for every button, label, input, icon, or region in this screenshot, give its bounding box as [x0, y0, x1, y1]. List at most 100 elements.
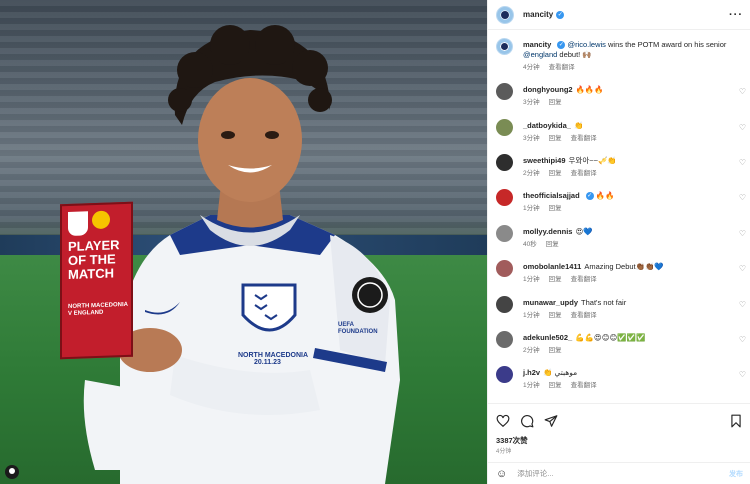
comment-body: _datboykida_ 👏 3分钟 回复 查看翻译 [523, 121, 733, 144]
reply-button[interactable]: 回复 [546, 240, 559, 250]
comment-body: donghyoung2 🔥🔥🔥 3分钟 回复 [523, 85, 733, 108]
reply-button[interactable]: 回复 [549, 169, 562, 179]
caption-meta: 4分钟 查看翻译 [523, 63, 733, 73]
caption-text-2: debut! 🙌🏽 [559, 50, 592, 59]
emoji-icon[interactable]: ☺ [496, 468, 507, 480]
comment-meta: 3分钟 回复 查看翻译 [523, 134, 733, 144]
comment-meta: 2分钟 回复 查看翻译 [523, 169, 733, 179]
post-modal: PLAYER OF THE MATCH NORTH MACEDONIA V EN… [0, 0, 750, 484]
shirt-text: NORTH MACEDONIA 20.11.23 [238, 352, 308, 366]
comments-list[interactable]: mancity ✓ @rico.lewis wins the POTM award… [488, 31, 750, 403]
comment-username[interactable]: theofficialsajjad [523, 191, 580, 200]
sleeve-text: UEFA FOUNDATION [338, 322, 378, 335]
comment-avatar[interactable] [496, 296, 513, 313]
comment-avatar[interactable] [496, 366, 513, 383]
caption-body: mancity ✓ @rico.lewis wins the POTM award… [523, 40, 733, 73]
comment-text: That's not fair [581, 298, 627, 307]
like-comment-heart-icon[interactable]: ♡ [739, 158, 746, 167]
like-comment-heart-icon[interactable]: ♡ [739, 264, 746, 273]
trophy-box: PLAYER OF THE MATCH NORTH MACEDONIA V EN… [60, 201, 133, 360]
comment-text: 😍💙 [575, 227, 593, 236]
caption-avatar[interactable] [496, 38, 513, 55]
comment-input[interactable] [517, 469, 708, 478]
comment-time: 2分钟 [523, 170, 540, 177]
reply-button[interactable]: 回复 [549, 275, 562, 285]
comment-avatar[interactable] [496, 331, 513, 348]
more-horizontal-icon[interactable]: ··· [729, 9, 743, 21]
action-icons [496, 414, 558, 428]
comment-username[interactable]: j.h2v [523, 368, 540, 377]
comment-avatar[interactable] [496, 83, 513, 100]
post-age: 4分钟 [496, 449, 512, 455]
bookmark-icon[interactable] [729, 414, 743, 430]
like-comment-heart-icon[interactable]: ♡ [739, 370, 746, 379]
comment-avatar[interactable] [496, 260, 513, 277]
reply-button[interactable]: 回复 [549, 134, 562, 144]
comment-body: j.h2v 👏 موهبتي 1分钟 回复 查看翻译 [523, 368, 733, 391]
like-comment-heart-icon[interactable]: ♡ [739, 193, 746, 202]
comment-avatar[interactable] [496, 119, 513, 136]
reply-button[interactable]: 回复 [549, 98, 562, 108]
caption-text: wins the POTM award on his senior [608, 40, 727, 49]
verified-icon: ✓ [557, 41, 566, 50]
verified-icon: ✓ [585, 192, 594, 201]
trophy-ee-logo [92, 210, 110, 230]
translate-button[interactable]: 查看翻译 [571, 275, 597, 285]
translate-button[interactable]: 查看翻译 [571, 311, 597, 321]
comment-meta: 1分钟 回复 查看翻译 [523, 275, 733, 285]
like-comment-heart-icon[interactable]: ♡ [739, 300, 746, 309]
comment-time: 1分钟 [523, 205, 540, 212]
comment-body: theofficialsajjad ✓ 🔥🔥 1分钟 回复 [523, 191, 733, 214]
comment-text: 👏 موهبتي [543, 368, 578, 377]
comment-avatar[interactable] [496, 154, 513, 171]
comment-meta: 2分钟 回复 [523, 346, 733, 356]
translate-button[interactable]: 查看翻译 [571, 134, 597, 144]
caption-translate[interactable]: 查看翻译 [549, 63, 575, 73]
like-comment-heart-icon[interactable]: ♡ [739, 87, 746, 96]
header-username[interactable]: mancity [523, 10, 553, 19]
post-image[interactable]: PLAYER OF THE MATCH NORTH MACEDONIA V EN… [0, 0, 487, 484]
like-heart-icon[interactable] [496, 414, 510, 428]
comment-username[interactable]: sweethipi49 [523, 156, 566, 165]
comment-bubble-icon[interactable] [520, 414, 534, 428]
post-header: mancity ✓ ··· [488, 0, 750, 30]
likes-count[interactable]: 3387次赞 [496, 435, 528, 446]
comment-username[interactable]: mollyy.dennis [523, 227, 572, 236]
like-comment-heart-icon[interactable]: ♡ [739, 335, 746, 344]
mention-england[interactable]: @england [523, 50, 557, 59]
shirt-date: 20.11.23 [254, 359, 281, 366]
reply-button[interactable]: 回复 [549, 204, 562, 214]
comment-username[interactable]: donghyoung2 [523, 85, 573, 94]
like-comment-heart-icon[interactable]: ♡ [739, 229, 746, 238]
caption-time: 4分钟 [523, 64, 540, 71]
comment-username[interactable]: adekunle502_ [523, 333, 572, 342]
comment-body: mollyy.dennis 😍💙 40秒 回复 [523, 227, 733, 250]
comment-text: 👏 [573, 121, 584, 130]
comment-body: adekunle502_ 💪💪😍😊😊✅✅✅ 2分钟 回复 [523, 333, 733, 356]
reply-button[interactable]: 回复 [549, 381, 562, 391]
mancity-avatar[interactable] [496, 5, 514, 24]
comment-meta: 1分钟 回复 查看翻译 [523, 311, 733, 321]
comment-time: 1分钟 [523, 276, 540, 283]
comment-avatar[interactable] [496, 189, 513, 206]
share-send-icon[interactable] [544, 414, 558, 428]
comment-body: omobolanle1411 Amazing Debut👏🏾👏🏾💙 1分钟 回复 … [523, 262, 733, 285]
comment-username[interactable]: omobolanle1411 [523, 262, 581, 271]
post-actions: 3387次赞 4分钟 [488, 403, 750, 463]
user-tag-icon[interactable] [5, 465, 19, 479]
comment-username[interactable]: _datboykida_ [523, 121, 571, 130]
like-comment-heart-icon[interactable]: ♡ [739, 123, 746, 132]
comment-time: 3分钟 [523, 99, 540, 106]
comment-username[interactable]: munawar_updy [523, 298, 578, 307]
translate-button[interactable]: 查看翻译 [571, 381, 597, 391]
comment-time: 2分钟 [523, 347, 540, 354]
shirt-match: NORTH MACEDONIA [238, 352, 308, 359]
reply-button[interactable]: 回复 [549, 346, 562, 356]
translate-button[interactable]: 查看翻译 [571, 169, 597, 179]
post-comment-button[interactable]: 发布 [729, 469, 743, 479]
mention-rico[interactable]: @rico.lewis [567, 40, 605, 49]
comment-meta: 40秒 回复 [523, 240, 733, 250]
comment-avatar[interactable] [496, 225, 513, 242]
reply-button[interactable]: 回复 [549, 311, 562, 321]
caption-username[interactable]: mancity [523, 40, 551, 49]
